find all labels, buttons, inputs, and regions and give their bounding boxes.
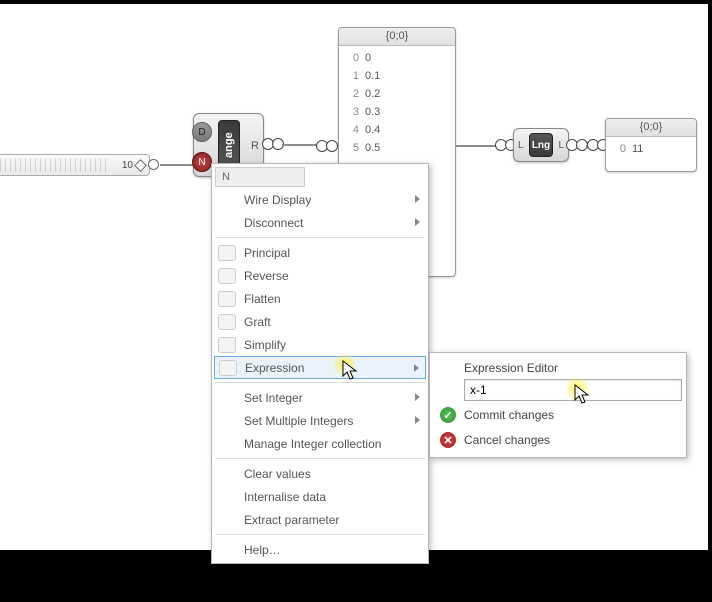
principal-icon (218, 245, 236, 261)
wire (456, 145, 496, 147)
highlight-icon (564, 376, 590, 402)
menu-item-clear-values[interactable]: Clear values (214, 462, 426, 485)
panel-row: 40.4 (345, 121, 449, 139)
panel-row: 20.2 (345, 85, 449, 103)
slider-value: 10 (122, 160, 133, 171)
expression-icon (219, 360, 237, 376)
output-panel[interactable]: {0;0} 011 (605, 118, 697, 172)
number-slider[interactable]: 10 (0, 154, 150, 176)
cross-icon: ✕ (440, 432, 456, 448)
checkmark-icon: ✓ (440, 407, 456, 423)
chevron-right-icon (415, 393, 420, 401)
menu-item-wire-display[interactable]: Wire Display (214, 188, 426, 211)
menu-item-disconnect[interactable]: Disconnect (214, 211, 426, 234)
panel-row: 011 (612, 140, 690, 158)
menu-item-graft[interactable]: Graft (214, 310, 426, 333)
chevron-right-icon (415, 416, 420, 424)
panel-row: 30.3 (345, 103, 449, 121)
port-ring (326, 140, 338, 152)
wire (282, 144, 318, 146)
panel-row: 10.1 (345, 67, 449, 85)
panel-rows: 00 10.1 20.2 30.3 40.4 50.5 (339, 46, 455, 160)
list-length-component[interactable]: L Lng L (513, 128, 569, 162)
reverse-icon (218, 268, 236, 284)
panel-rows: 011 (606, 137, 696, 161)
panel-row: 00 (345, 49, 449, 67)
wire (160, 164, 193, 166)
range-input-domain[interactable]: D (192, 122, 212, 142)
panel-row: 50.5 (345, 139, 449, 157)
menu-item-expression[interactable]: Expression (214, 356, 426, 379)
chevron-right-icon (415, 218, 420, 226)
slider-grip-icon[interactable] (134, 159, 147, 172)
range-input-steps[interactable]: N (192, 152, 212, 172)
menu-item-help[interactable]: Help… (214, 538, 426, 561)
menu-item-flatten[interactable]: Flatten (214, 287, 426, 310)
menu-item-set-integer[interactable]: Set Integer (214, 386, 426, 409)
panel-path: {0;0} (606, 119, 696, 137)
flatten-icon (218, 291, 236, 307)
menu-item-reverse[interactable]: Reverse (214, 264, 426, 287)
cancel-changes-button[interactable]: ✕Cancel changes (436, 429, 680, 451)
chevron-right-icon (415, 195, 420, 203)
expression-editor-title: Expression Editor (464, 361, 678, 375)
context-menu-title: N (215, 167, 305, 187)
menu-item-simplify[interactable]: Simplify (214, 333, 426, 356)
menu-item-principal[interactable]: Principal (214, 241, 426, 264)
highlight-icon (332, 352, 358, 378)
menu-item-internalise-data[interactable]: Internalise data (214, 485, 426, 508)
commit-changes-button[interactable]: ✓Commit changes (436, 404, 680, 426)
menu-item-set-multiple-integers[interactable]: Set Multiple Integers (214, 409, 426, 432)
expression-editor: Expression Editor ✓Commit changes ✕Cance… (429, 352, 687, 458)
lng-output-label[interactable]: L (558, 140, 564, 151)
panel-path: {0;0} (339, 28, 455, 46)
simplify-icon (218, 337, 236, 353)
lng-label: Lng (529, 133, 553, 157)
lng-input-label[interactable]: L (518, 140, 524, 151)
slider-output-port[interactable] (148, 159, 159, 170)
graft-icon (218, 314, 236, 330)
menu-item-extract-parameter[interactable]: Extract parameter (214, 508, 426, 531)
menu-item-manage-integer-collection[interactable]: Manage Integer collection (214, 432, 426, 455)
slider-ticks (0, 158, 110, 172)
context-menu: N Wire Display Disconnect Principal Reve… (211, 163, 429, 564)
chevron-right-icon (414, 364, 419, 372)
